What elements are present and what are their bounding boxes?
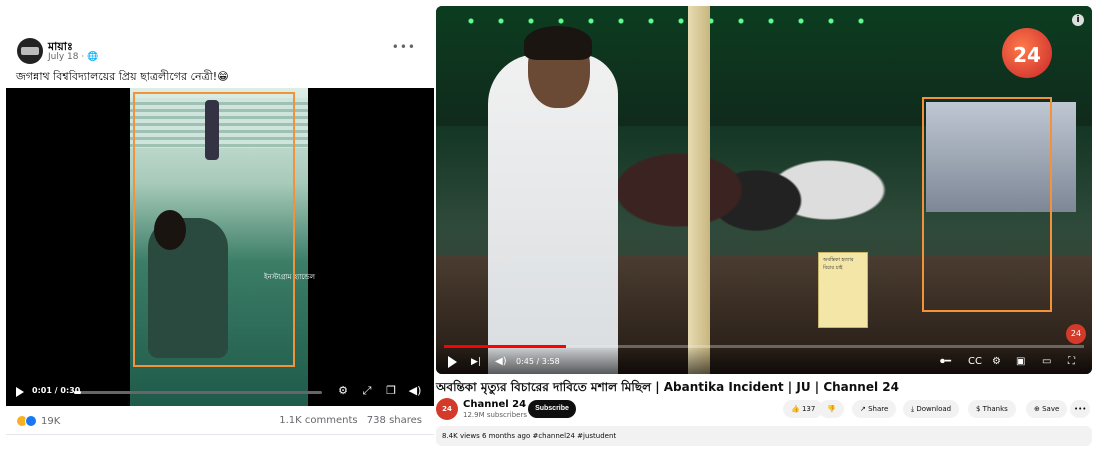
channel-avatar[interactable]: 24 <box>436 398 458 420</box>
save-button[interactable]: ⊕ Save <box>1026 400 1068 418</box>
miniplayer-icon[interactable]: ▣ <box>1016 355 1025 369</box>
post-date[interactable]: July 18 · 🌐 <box>48 52 98 62</box>
download-button[interactable]: ⤓ Download <box>903 400 960 418</box>
torch-stick <box>688 6 710 374</box>
volume-icon[interactable]: ◀) <box>408 385 422 397</box>
highlight-box <box>922 97 1052 312</box>
dislike-button[interactable]: 👎 <box>819 400 844 418</box>
protest-sign: অবন্তিকা হত্যার বিচার চাই <box>818 252 868 328</box>
channel-watermark-logo: 24 <box>1002 28 1052 78</box>
author-avatar[interactable] <box>17 38 43 64</box>
reactions[interactable]: 19K <box>16 415 60 427</box>
video-progress-fill <box>74 391 82 394</box>
subscribe-button[interactable]: Subscribe <box>528 400 576 418</box>
youtube-page: অবন্তিকা হত্যার বিচার চাই 24 24 i ▶| ◀) … <box>436 6 1094 446</box>
youtube-player[interactable]: অবন্তিকা হত্যার বিচার চাই 24 24 i ▶| ◀) … <box>436 6 1092 374</box>
like-button[interactable]: 👍 137 <box>783 400 824 418</box>
string-lights <box>456 16 876 26</box>
post-stats: 1.1K comments 738 shares <box>279 415 422 426</box>
autoplay-toggle-icon[interactable]: ⏺━ <box>940 355 951 369</box>
comments-count[interactable]: 1.1K comments <box>279 415 357 426</box>
reaction-count: 19K <box>41 415 61 427</box>
thanks-button[interactable]: $ Thanks <box>968 400 1016 418</box>
captions-icon[interactable]: CC <box>968 355 982 369</box>
more-options-icon[interactable]: ••• <box>392 40 416 54</box>
video-controls: 0:01 / 0:30 ⚙ ⤢ ❐ ◀) <box>6 378 434 406</box>
video-progress-bar[interactable] <box>74 391 322 394</box>
video-title: অবন্তিকা মৃত্যুর বিচারের দাবিতে মশাল মিছ… <box>436 380 899 394</box>
channel-name[interactable]: Channel 24 ✔ <box>463 399 538 410</box>
player-controls: ▶| ◀) 0:45 / 3:58 ⏺━ CC ⚙ ▣ ▭ ⛶ <box>436 344 1092 374</box>
gear-icon[interactable]: ⚙ <box>336 385 350 397</box>
fullscreen-icon[interactable]: ⛶ <box>1068 355 1075 369</box>
expand-icon[interactable]: ⤢ <box>360 385 374 397</box>
view-count-and-tags: 8.4K views 6 months ago #channel24 #just… <box>442 432 617 440</box>
info-icon[interactable]: i <box>1072 14 1084 26</box>
player-progress-bar[interactable] <box>444 345 1084 348</box>
like-reaction-icon <box>25 415 37 427</box>
next-icon[interactable]: ▶| <box>471 356 481 368</box>
player-time: 0:45 / 3:58 <box>516 357 560 366</box>
more-options-icon[interactable]: ••• <box>1070 400 1091 418</box>
shares-count[interactable]: 738 shares <box>367 415 422 426</box>
player-progress-fill <box>444 345 566 348</box>
volume-icon[interactable]: ◀) <box>495 356 507 368</box>
post-caption: জগন্নাথ বিশ্ববিদ্যালয়ের প্রিয় ছাত্রলীগ… <box>16 70 229 83</box>
play-icon[interactable] <box>448 356 457 368</box>
subscriber-count: 12.9M subscribers <box>463 411 527 419</box>
post-header: মায়াঃ July 18 · 🌐 ••• জগন্নাথ বিশ্ববিদ্… <box>6 30 434 88</box>
highlight-box <box>133 92 295 367</box>
share-button[interactable]: ↗ Share <box>852 400 897 418</box>
gear-icon[interactable]: ⚙ <box>992 355 1001 369</box>
post-footer: 19K 1.1K comments 738 shares <box>6 406 434 435</box>
theater-icon[interactable]: ▭ <box>1042 355 1051 369</box>
video-player[interactable]: ইনস্টাগ্রাম হ্যান্ডেল 0:01 / 0:30 ⚙ ⤢ ❐ … <box>6 88 434 406</box>
facebook-post: মায়াঃ July 18 · 🌐 ••• জগন্নাথ বিশ্ববিদ্… <box>6 30 434 435</box>
channel-bug-logo[interactable]: 24 <box>1066 324 1086 344</box>
pip-icon[interactable]: ❐ <box>384 385 398 397</box>
description-box[interactable]: 8.4K views 6 months ago #channel24 #just… <box>436 426 1092 446</box>
video-time: 0:01 / 0:30 <box>32 386 81 395</box>
protester-hair <box>524 26 592 60</box>
play-icon[interactable] <box>16 387 24 397</box>
